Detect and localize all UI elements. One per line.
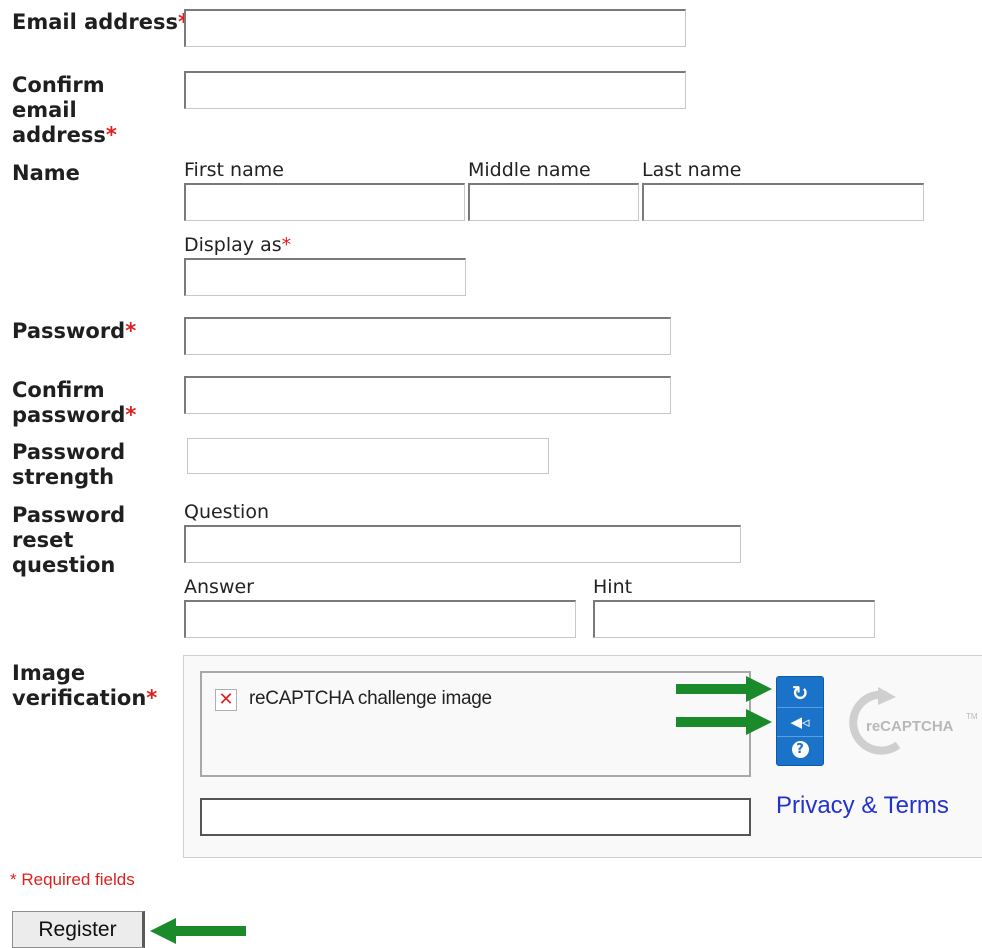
audio-icon[interactable]: ◀◃ [777,708,823,737]
confirm-password-field[interactable] [184,376,671,414]
captcha-image-alt-text: reCAPTCHA challenge image [249,688,492,709]
answer-label: Answer [184,576,254,598]
required-marker: * [125,403,137,427]
display-as-field[interactable] [184,258,466,296]
captcha-answer-field[interactable] [200,798,751,836]
reset-question-label: Password reset question [12,503,126,577]
password-label: Password* [12,319,137,343]
name-label: Name [12,161,80,185]
confirm-email-field[interactable] [184,71,686,109]
help-icon[interactable]: ? [777,739,823,763]
first-name-field[interactable] [184,183,465,221]
required-marker: * [125,319,137,343]
register-button[interactable]: Register [12,911,145,948]
password-strength-meter [187,438,549,474]
required-fields-note: * Required fields [10,870,135,889]
password-field[interactable] [184,317,671,355]
last-name-field[interactable] [642,183,924,221]
last-name-label: Last name [642,159,742,181]
captcha-challenge-image [200,671,751,777]
required-marker: * [105,123,117,147]
display-as-label: Display as* [184,234,292,256]
image-verification-label: Image verification* [12,661,158,710]
privacy-terms-link[interactable]: Privacy & Terms [776,792,949,820]
question-label: Question [184,501,269,523]
recaptcha-logo-tm: TM [966,712,978,721]
required-marker: * [146,686,158,710]
password-strength-label: Password strength [12,440,126,489]
recaptcha-logo-text: reCAPTCHA [866,718,954,735]
recaptcha-logo: reCAPTCHA TM [849,687,978,755]
email-field[interactable] [184,9,686,47]
middle-name-field[interactable] [468,183,639,221]
refresh-icon[interactable]: ↻ [777,679,823,708]
email-label: Email address* [12,10,189,35]
question-field[interactable] [184,525,741,563]
hint-field[interactable] [593,600,875,638]
hint-label: Hint [593,576,633,598]
annotation-arrow-refresh [676,676,772,702]
captcha-button-group: ↻ ◀◃ ? [776,676,824,766]
confirm-password-label: Confirm password* [12,378,137,427]
confirm-email-label: Confirm email address* [12,73,117,147]
middle-name-label: Middle name [468,159,591,181]
annotation-arrow-register [150,918,246,944]
broken-image-icon: ✕ [215,689,237,711]
annotation-arrow-audio [676,709,772,735]
answer-field[interactable] [184,600,576,638]
first-name-label: First name [184,159,284,181]
required-marker: * [281,234,292,256]
